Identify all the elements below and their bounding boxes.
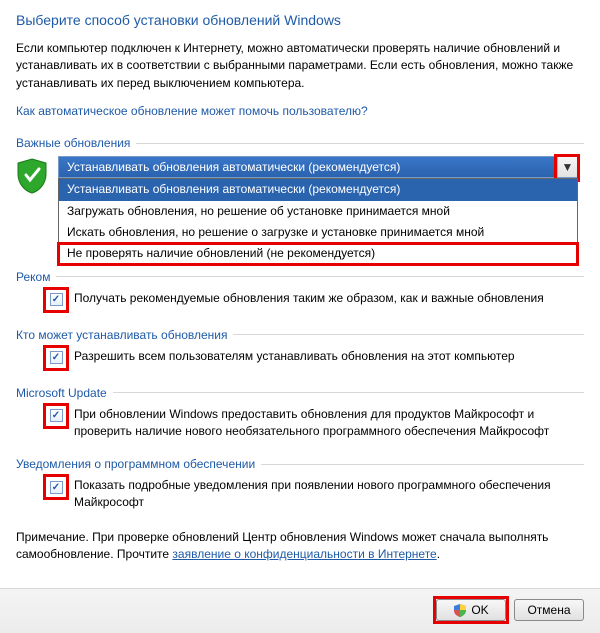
page-title: Выберите способ установки обновлений Win…	[16, 12, 584, 28]
section-who-text: Кто может устанавливать обновления	[16, 328, 227, 342]
help-link[interactable]: Как автоматическое обновление может помо…	[16, 104, 584, 118]
section-who-label: Кто может устанавливать обновления	[16, 328, 584, 342]
divider	[261, 464, 584, 465]
checkbox-notifications-label: Показать подробные уведомления при появл…	[74, 477, 584, 511]
divider	[136, 143, 584, 144]
section-recommended-text: Реком	[16, 270, 50, 284]
cancel-button-label: Отмена	[527, 603, 570, 617]
section-important-text: Важные обновления	[16, 136, 130, 150]
cancel-button[interactable]: Отмена	[514, 599, 584, 621]
note-suffix: .	[437, 547, 440, 561]
check-icon: ✓	[52, 294, 60, 305]
ok-button-label: OK	[471, 603, 488, 617]
dropdown-option[interactable]: Не проверять наличие обновлений (не реко…	[59, 243, 577, 264]
ok-button[interactable]: OK	[436, 599, 506, 621]
shield-icon	[16, 158, 48, 194]
privacy-note: Примечание. При проверке обновлений Цент…	[16, 529, 584, 564]
updates-mode-select[interactable]: Устанавливать обновления автоматически (…	[58, 156, 578, 178]
dropdown-option[interactable]: Загружать обновления, но решение об уста…	[59, 201, 577, 222]
checkbox-notifications-wrap: ✓	[46, 477, 66, 497]
intro-text: Если компьютер подключен к Интернету, мо…	[16, 40, 584, 92]
section-msupdate-text: Microsoft Update	[16, 386, 107, 400]
section-recommended-label: Реком	[16, 270, 584, 284]
section-msupdate-label: Microsoft Update	[16, 386, 584, 400]
checkbox-notifications[interactable]: ✓	[50, 481, 63, 494]
chevron-glyph: ▼	[562, 160, 574, 174]
checkbox-recommended-label: Получать рекомендуемые обновления таким …	[74, 290, 584, 307]
checkbox-recommended-wrap: ✓	[46, 290, 66, 310]
divider	[233, 334, 584, 335]
chevron-down-icon[interactable]: ▼	[557, 157, 577, 177]
dialog-footer: OK Отмена	[0, 588, 600, 633]
divider	[113, 392, 584, 393]
privacy-link[interactable]: заявление о конфиденциальности в Интерне…	[172, 547, 436, 561]
checkbox-msupdate[interactable]: ✓	[50, 409, 63, 422]
check-icon: ✓	[52, 410, 60, 421]
updates-mode-dropdown[interactable]: Устанавливать обновления автоматически (…	[58, 178, 578, 266]
section-notifications-text: Уведомления о программном обеспечении	[16, 457, 255, 471]
section-important-label: Важные обновления	[16, 136, 584, 150]
section-notifications-label: Уведомления о программном обеспечении	[16, 457, 584, 471]
checkbox-who-label: Разрешить всем пользователям устанавлива…	[74, 348, 584, 365]
uac-shield-icon	[453, 603, 467, 617]
checkbox-recommended[interactable]: ✓	[50, 293, 63, 306]
checkbox-msupdate-label: При обновлении Windows предоставить обно…	[74, 406, 584, 440]
checkbox-msupdate-wrap: ✓	[46, 406, 66, 426]
check-icon: ✓	[52, 482, 60, 493]
dropdown-option[interactable]: Искать обновления, но решение о загрузке…	[59, 222, 577, 243]
updates-mode-selected-text: Устанавливать обновления автоматически (…	[67, 160, 400, 174]
checkbox-who-wrap: ✓	[46, 348, 66, 368]
divider	[56, 276, 584, 277]
checkbox-who[interactable]: ✓	[50, 351, 63, 364]
check-icon: ✓	[52, 352, 60, 363]
dropdown-option[interactable]: Устанавливать обновления автоматически (…	[59, 179, 577, 200]
